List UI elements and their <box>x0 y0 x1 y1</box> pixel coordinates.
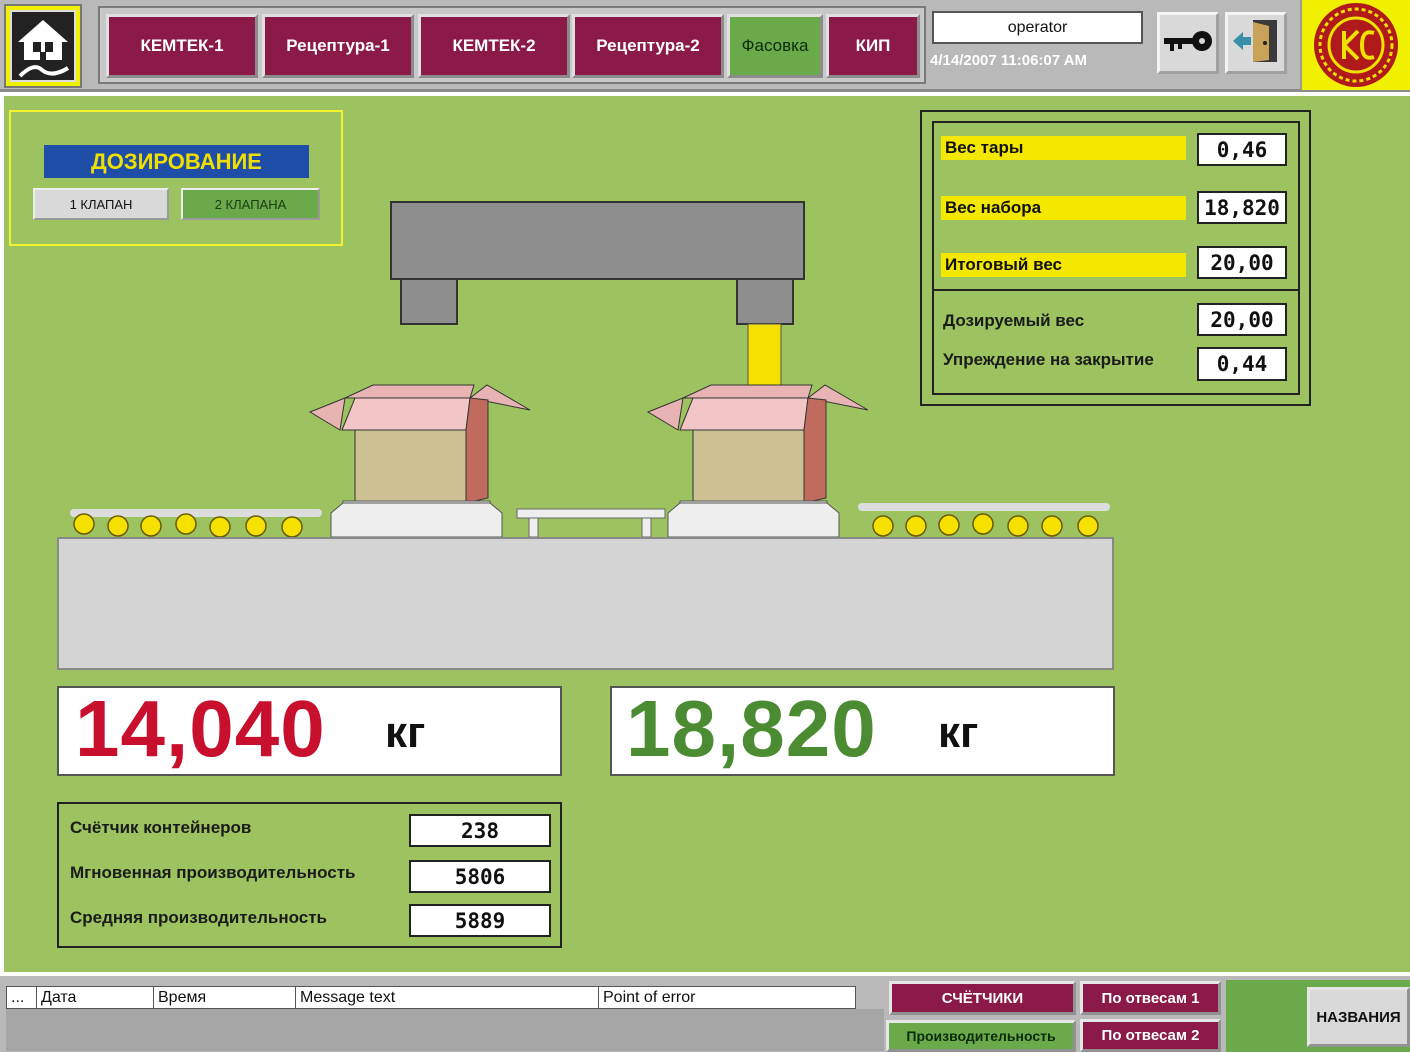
average-productivity-value: 5889 <box>409 904 551 937</box>
left-nozzle <box>400 278 458 325</box>
column-header-time[interactable]: Время <box>154 987 296 1008</box>
right-scale-display: 18,820 кг <box>610 684 1115 776</box>
names-button[interactable]: НАЗВАНИЯ <box>1307 987 1410 1047</box>
right-scale-unit: кг <box>938 708 979 757</box>
right-rail <box>858 503 1110 511</box>
instant-productivity-value: 5806 <box>409 860 551 893</box>
right-scale-weight: 18,820 <box>626 684 877 773</box>
filler-gantry <box>390 201 805 280</box>
product-stream <box>747 323 782 393</box>
by-weigher-2-button[interactable]: По отвесам 2 <box>1080 1019 1221 1052</box>
column-header-more[interactable]: ... <box>7 987 37 1008</box>
container-counter-label: Счётчик контейнеров <box>70 818 252 837</box>
left-container <box>308 384 531 504</box>
average-productivity-label: Средняя производительность <box>70 908 327 927</box>
column-header-message[interactable]: Message text <box>296 987 599 1008</box>
alarm-grid-header[interactable]: ... Дата Время Message text Point of err… <box>6 986 856 1009</box>
instant-productivity-label: Мгновенная производительность <box>70 863 356 882</box>
by-weigher-1-button[interactable]: По отвесам 1 <box>1080 981 1221 1015</box>
left-scale-unit: кг <box>385 708 426 757</box>
productivity-button[interactable]: Производительность <box>886 1020 1076 1052</box>
counters-button[interactable]: СЧЁТЧИКИ <box>889 981 1076 1015</box>
column-header-date[interactable]: Дата <box>37 987 154 1008</box>
column-header-error-point[interactable]: Point of error <box>599 987 855 1008</box>
left-scale-display: 14,040 кг <box>57 684 562 776</box>
left-scale-weight: 14,040 <box>75 684 326 773</box>
right-container <box>646 384 869 504</box>
conveyor-base <box>57 537 1114 670</box>
left-rail <box>70 509 322 517</box>
right-scale <box>667 500 840 538</box>
transfer-bridge <box>516 508 666 519</box>
container-counter-value: 238 <box>409 814 551 847</box>
left-scale <box>330 500 503 538</box>
right-nozzle <box>736 278 794 325</box>
alarm-grid-body <box>6 1009 884 1051</box>
